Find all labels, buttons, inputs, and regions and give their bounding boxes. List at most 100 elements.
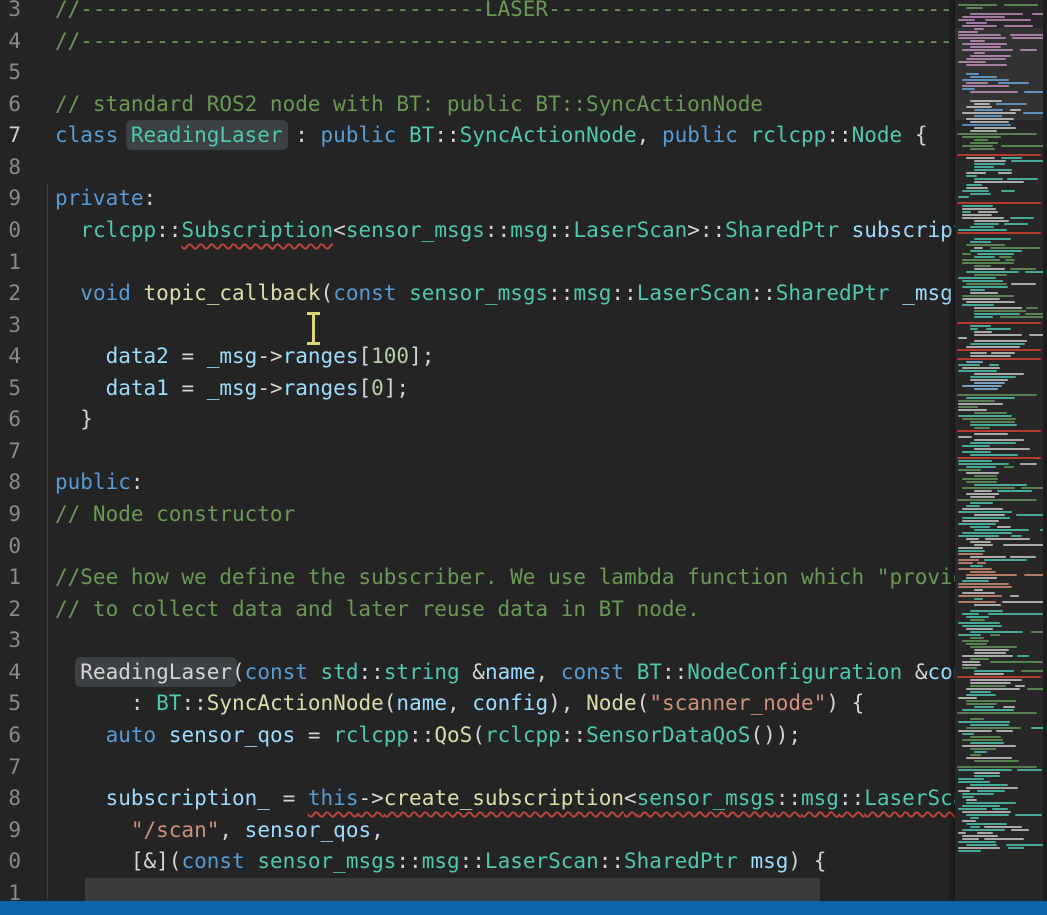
code-line[interactable]: //See how we define the subscriber. We u… (55, 562, 947, 594)
code-line[interactable]: [&](const sensor_msgs::msg::LaserScan::S… (55, 846, 947, 878)
minimap-line (1032, 13, 1043, 15)
line-number[interactable]: 9 (0, 183, 24, 215)
line-number[interactable]: 7 (0, 436, 24, 468)
code-line[interactable]: //--------------------------------------… (55, 26, 947, 58)
code-line[interactable]: class ReadingLaser : public BT::SyncActi… (55, 120, 947, 152)
code-line[interactable]: // standard ROS2 node with BT: public BT… (55, 89, 947, 121)
code-token: private (55, 186, 144, 210)
scrollbar[interactable] (1043, 0, 1047, 901)
line-number[interactable]: 4 (0, 26, 24, 58)
line-number[interactable]: 5 (0, 373, 24, 405)
code-line[interactable]: // Node constructor (55, 499, 947, 531)
status-bar[interactable] (0, 901, 1047, 915)
line-number[interactable]: 5 (0, 688, 24, 720)
line-number[interactable]: 6 (0, 404, 24, 436)
minimap-line (957, 766, 1037, 768)
minimap-line (990, 634, 1000, 636)
line-number[interactable]: 7 (0, 120, 24, 152)
code-token: config (472, 691, 548, 715)
code-token: "scanner_node" (649, 691, 826, 715)
code-line[interactable]: data1 = _msg->ranges[0]; (55, 373, 947, 405)
line-number[interactable]: 0 (0, 846, 24, 878)
minimap-line (958, 847, 1000, 849)
code-line[interactable] (55, 247, 947, 279)
code-token: std (321, 660, 359, 684)
line-number[interactable]: 3 (0, 0, 24, 26)
line-number[interactable]: 3 (0, 625, 24, 657)
code-token: string (384, 660, 460, 684)
code-line[interactable] (55, 310, 947, 342)
line-number[interactable]: 3 (0, 310, 24, 342)
line-number[interactable]: 2 (0, 594, 24, 626)
line-number[interactable]: 2 (0, 278, 24, 310)
minimap-line (958, 406, 978, 408)
code-line[interactable]: : BT::SyncActionNode(name, config), Node… (55, 688, 947, 720)
code-line[interactable]: //--------------------------------LASER-… (55, 0, 947, 26)
minimap-line (962, 811, 1011, 813)
code-line[interactable]: private: (55, 183, 947, 215)
code-token: :: (358, 660, 383, 684)
minimap-line (970, 250, 1022, 252)
minimap-line (966, 727, 1021, 729)
code-line[interactable] (55, 625, 947, 657)
code-line[interactable]: ReadingLaser(const std::string &name, co… (55, 657, 947, 689)
line-number[interactable]: 8 (0, 467, 24, 499)
code-token (55, 281, 80, 305)
code-line[interactable]: auto sensor_qos = rclcpp::QoS(rclcpp::Se… (55, 720, 947, 752)
minimap-line (970, 289, 985, 291)
minimap-line (1016, 514, 1043, 516)
line-number[interactable]: 7 (0, 752, 24, 784)
minimap-line (974, 223, 999, 225)
code-line[interactable]: // to collect data and later reuse data … (55, 594, 947, 626)
code-token: LaserScan (485, 849, 599, 873)
minimap-line (974, 589, 983, 591)
code-token: rclcpp (80, 218, 156, 242)
line-number[interactable]: 6 (0, 720, 24, 752)
minimap-line (958, 769, 1012, 771)
code-line[interactable] (55, 152, 947, 184)
line-number[interactable]: 1 (0, 247, 24, 279)
minimap-line (970, 325, 991, 327)
code-area[interactable]: //--------------------------------LASER-… (55, 0, 947, 909)
minimap-line (962, 625, 1002, 627)
code-line[interactable] (55, 436, 947, 468)
line-number[interactable]: 5 (0, 57, 24, 89)
minimap-line (970, 424, 1017, 426)
line-number[interactable]: 4 (0, 657, 24, 689)
line-number[interactable]: 1 (0, 562, 24, 594)
minimap-line (966, 577, 997, 579)
code-line[interactable]: rclcpp::Subscription<sensor_msgs::msg::L… (55, 215, 947, 247)
code-line[interactable]: data2 = _msg->ranges[100]; (55, 341, 947, 373)
line-number[interactable]: 4 (0, 341, 24, 373)
line-number[interactable]: 8 (0, 152, 24, 184)
code-line[interactable] (55, 531, 947, 563)
code-line[interactable]: "/scan", sensor_qos, (55, 815, 947, 847)
code-line[interactable] (55, 57, 947, 89)
minimap-line (970, 442, 1016, 444)
minimap-line (974, 751, 987, 753)
line-number[interactable]: 0 (0, 531, 24, 563)
code-line[interactable]: } (55, 404, 947, 436)
minimap-slider[interactable] (955, 28, 1043, 120)
line-number[interactable]: 9 (0, 815, 24, 847)
minimap-line (962, 418, 1016, 420)
code-token (308, 660, 321, 684)
minimap-line (962, 733, 974, 735)
minimap-line (962, 190, 989, 192)
minimap-line (958, 730, 992, 732)
minimap-line (985, 19, 1032, 21)
minimap-line (1031, 727, 1043, 729)
minimap-line (1011, 283, 1036, 285)
error-squiggle: -> (358, 786, 383, 810)
minimap[interactable] (955, 0, 1043, 901)
code-line[interactable]: public: (55, 467, 947, 499)
minimap-line (974, 490, 992, 492)
code-line[interactable] (55, 752, 947, 784)
code-token: :: (409, 723, 434, 747)
code-line[interactable]: void topic_callback(const sensor_msgs::m… (55, 278, 947, 310)
line-number[interactable]: 9 (0, 499, 24, 531)
line-number[interactable]: 0 (0, 215, 24, 247)
line-number[interactable]: 8 (0, 783, 24, 815)
code-line[interactable]: subscription_ = this->create_subscriptio… (55, 783, 947, 815)
line-number[interactable]: 6 (0, 89, 24, 121)
